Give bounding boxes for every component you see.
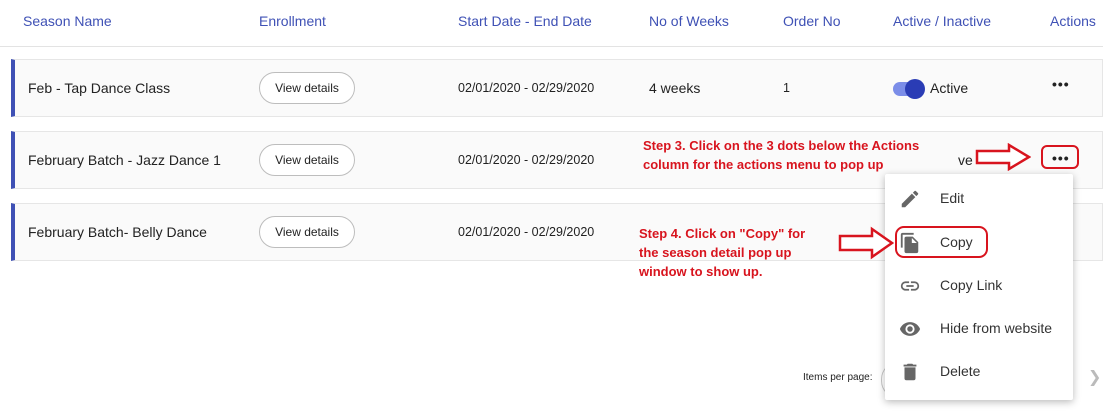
menu-item-hide[interactable]: Hide from website [885,308,1073,348]
view-details-button[interactable]: View details [259,72,355,104]
trash-icon [899,361,921,383]
step3-line2: column for the actions menu to pop up [643,157,884,172]
highlight-actions-dots [1041,145,1079,169]
order-number: 1 [783,81,790,95]
date-range: 02/01/2020 - 02/29/2020 [458,81,595,95]
season-name: February Batch - Jazz Dance 1 [28,152,221,168]
menu-item-edit[interactable]: Edit [885,178,1073,218]
step3-line1: Step 3. Click on the 3 dots below the Ac… [643,138,920,153]
date-range: 02/01/2020 - 02/29/2020 [458,153,595,167]
view-details-button[interactable]: View details [259,216,355,248]
link-icon [899,275,921,297]
menu-item-label: Hide from website [940,320,1053,336]
menu-item-copy-link[interactable]: Copy Link [885,265,1073,305]
more-actions-icon[interactable]: ••• [1052,76,1070,92]
items-per-page-label: Items per page: [803,372,873,383]
header-season-name[interactable]: Season Name [23,13,112,29]
menu-item-label: Copy Link [940,277,1003,293]
arrow-icon [838,226,894,260]
season-name: Feb - Tap Dance Class [28,80,171,96]
status-label: Active [930,80,969,96]
view-details-button[interactable]: View details [259,144,355,176]
arrow-icon [975,143,1031,171]
step3-annotation: Step 3. Click on the 3 dots below the Ac… [643,136,919,174]
step4-line1: Step 4. Click on "Copy" for [639,226,806,241]
menu-item-label: Edit [940,190,965,206]
next-page-icon[interactable]: ❯ [1088,367,1101,387]
header-enrollment[interactable]: Enrollment [259,13,326,29]
step4-line2: the season detail pop up [639,245,792,260]
header-actions: Actions [1050,13,1096,29]
active-toggle[interactable] [893,79,925,99]
menu-item-delete[interactable]: Delete [885,351,1073,391]
step4-line3: window to show up. [639,264,763,279]
menu-item-label: Delete [940,363,981,379]
highlight-copy [895,226,988,258]
date-range: 02/01/2020 - 02/29/2020 [458,225,595,239]
pencil-icon [899,188,921,210]
step4-annotation: Step 4. Click on "Copy" for the season d… [639,224,805,281]
header-active[interactable]: Active / Inactive [893,13,991,29]
header-dates[interactable]: Start Date - End Date [458,13,592,29]
header-weeks[interactable]: No of Weeks [649,13,729,29]
table-row: Feb - Tap Dance Class View details 02/01… [11,59,1103,117]
weeks-count: 4 weeks [649,80,701,96]
eye-icon [899,318,921,340]
toggle-knob [905,79,925,99]
season-name: February Batch- Belly Dance [28,224,207,240]
header-order[interactable]: Order No [783,13,841,29]
actions-menu: Edit Copy Copy Link Hide from website De… [885,174,1073,400]
table-header: Season Name Enrollment Start Date - End … [0,0,1103,47]
